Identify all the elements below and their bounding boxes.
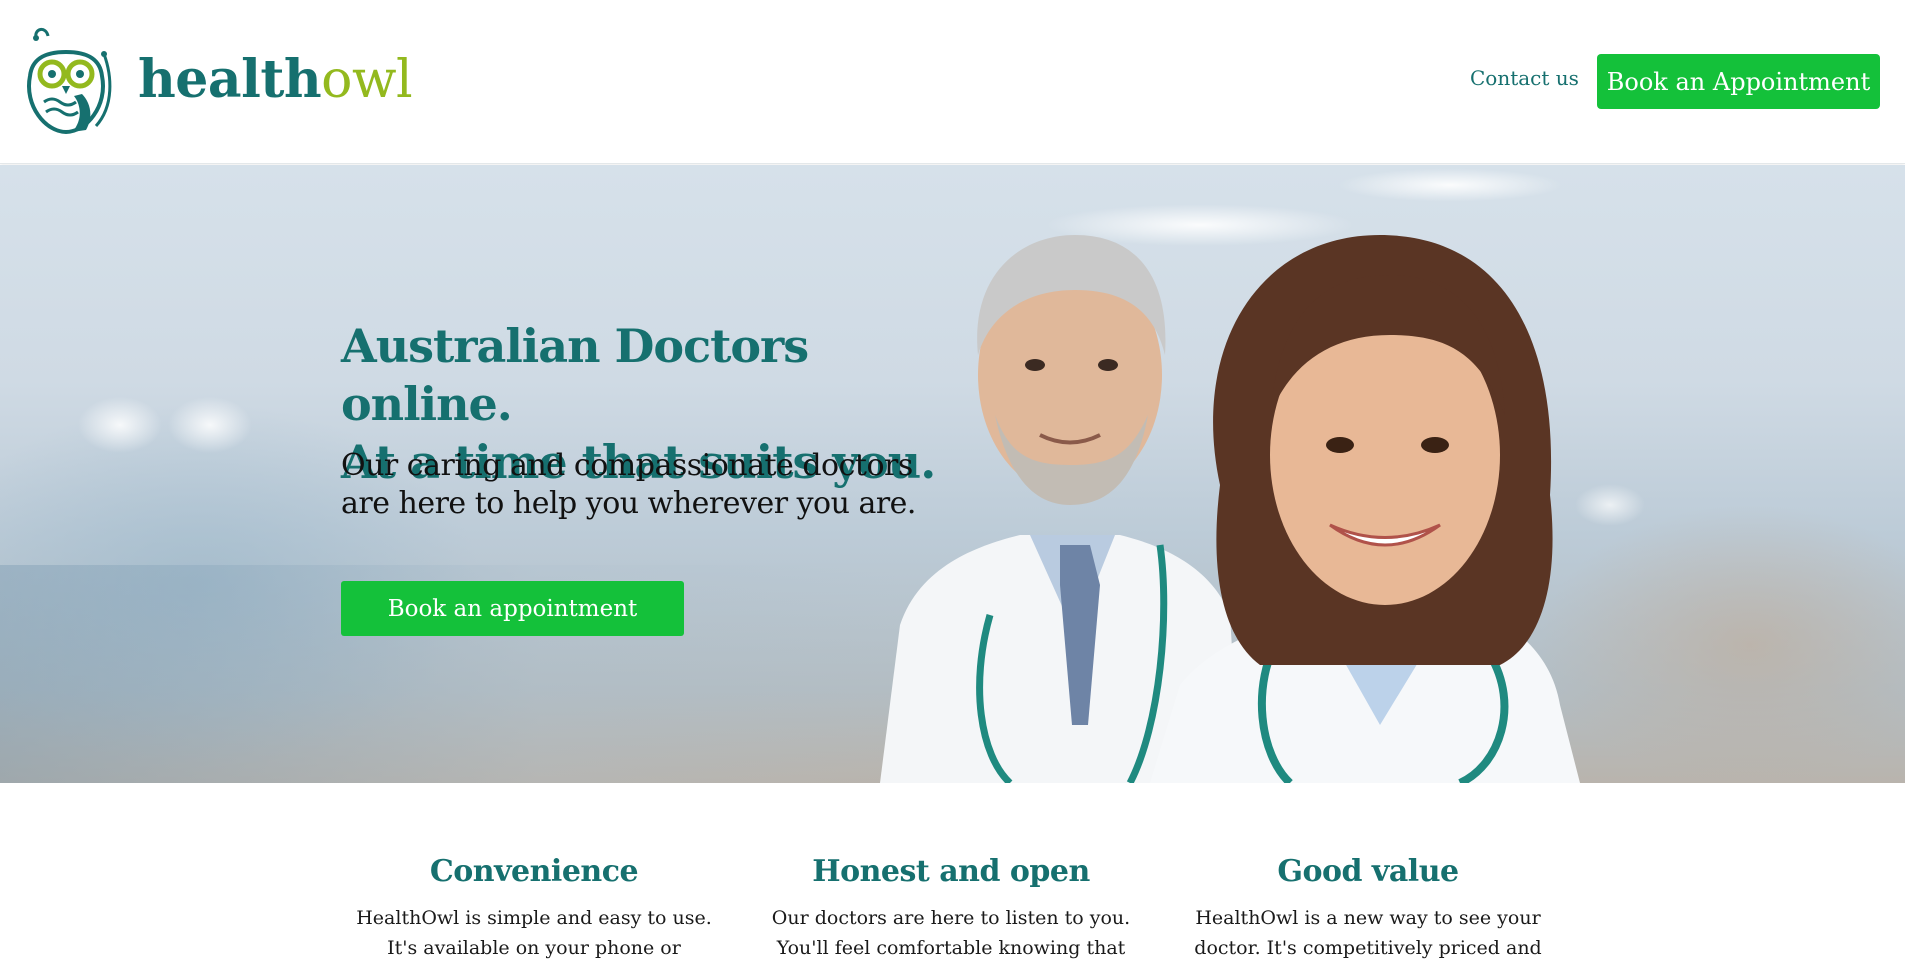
site-header: healthowl Contact us Book an Appointment	[0, 0, 1905, 164]
book-appointment-button[interactable]: Book an Appointment	[1597, 54, 1880, 109]
feature-title: Honest and open	[812, 854, 1090, 889]
features-section: Convenience HealthOwl is simple and easy…	[0, 784, 1905, 968]
feature-good-value: Good value HealthOwl is a new way to see…	[1188, 854, 1548, 963]
feature-text-line2: It's available on your phone or	[387, 937, 681, 959]
brand-name-part1: health	[138, 48, 322, 110]
feature-honest-and-open: Honest and open Our doctors are here to …	[771, 854, 1131, 963]
feature-title: Convenience	[429, 854, 639, 889]
feature-text: Our doctors are here to listen to you. Y…	[771, 903, 1131, 963]
feature-title: Good value	[1277, 854, 1459, 889]
feature-text-line2: doctor. It's competitively priced and	[1194, 937, 1542, 959]
hero-title-line1: Australian Doctors online.	[341, 319, 809, 431]
hero-subtitle-line2: are here to help you wherever you are.	[341, 486, 916, 521]
contact-us-link[interactable]: Contact us	[1470, 66, 1579, 90]
feature-text-line1: HealthOwl is simple and easy to use.	[356, 907, 712, 929]
hero-subtitle: Our caring and compassionate doctors are…	[341, 447, 981, 523]
feature-text-line2: You'll feel comfortable knowing that	[776, 937, 1126, 959]
hero-book-appointment-button[interactable]: Book an appointment	[341, 581, 684, 636]
hero-subtitle-line1: Our caring and compassionate doctors	[341, 448, 913, 483]
hero-banner: Australian Doctors online. At a time tha…	[0, 165, 1905, 783]
feature-text: HealthOwl is simple and easy to use. It'…	[354, 903, 714, 963]
logo-link[interactable]: healthowl	[16, 26, 413, 136]
brand-wordmark: healthowl	[138, 48, 413, 110]
feature-text: HealthOwl is a new way to see your docto…	[1188, 903, 1548, 963]
feature-text-line1: Our doctors are here to listen to you.	[771, 907, 1131, 929]
feature-text-line1: HealthOwl is a new way to see your	[1195, 907, 1541, 929]
feature-convenience: Convenience HealthOwl is simple and easy…	[354, 854, 714, 963]
owl-logo-icon	[27, 28, 112, 135]
brand-name-part2: owl	[321, 49, 413, 110]
